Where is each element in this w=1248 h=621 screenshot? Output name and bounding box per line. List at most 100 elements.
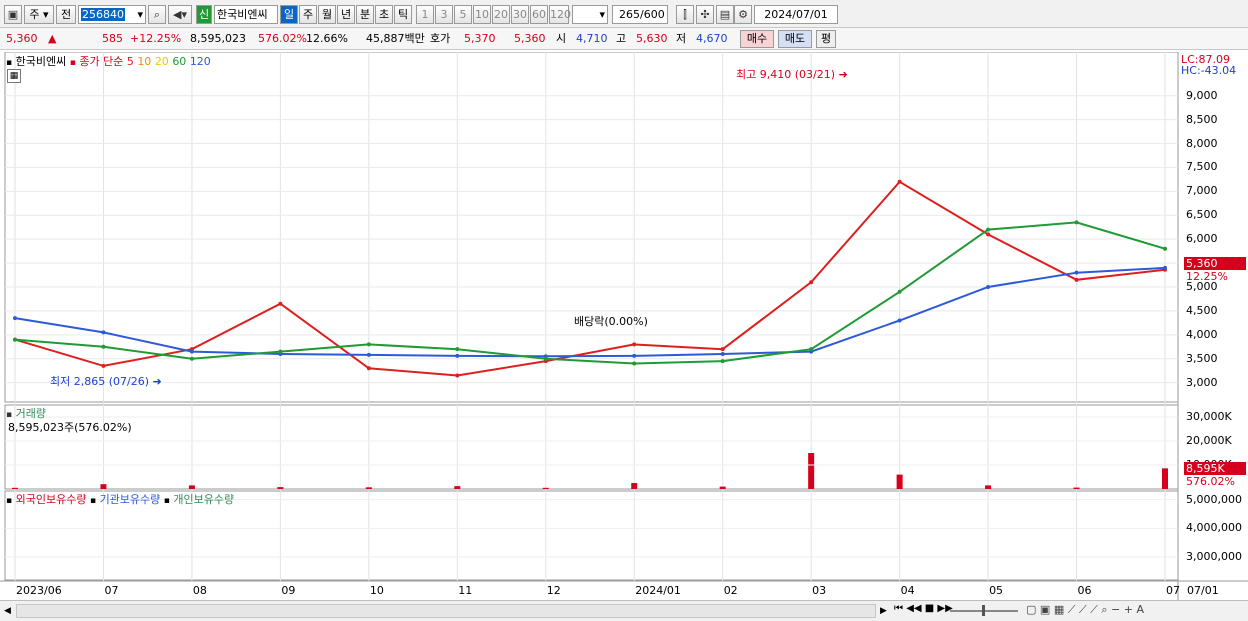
price-tick-label: 6,000: [1186, 232, 1218, 246]
channel-tool-icon[interactable]: ⟋: [1090, 603, 1098, 616]
last-volume-pct: 576.02%: [1186, 475, 1235, 488]
interval-1[interactable]: 1: [416, 5, 434, 24]
series-point-120: [1163, 265, 1167, 270]
interval-60[interactable]: 60: [530, 5, 548, 24]
interval-30[interactable]: 30: [511, 5, 529, 24]
tab-period-week[interactable]: 주: [299, 5, 317, 24]
eval-button[interactable]: 평: [816, 30, 836, 48]
scroll-track[interactable]: [16, 604, 876, 618]
count-field[interactable]: 265/600: [612, 5, 668, 24]
playback-controls: ⏮ ◀◀ ■ ▶▶: [894, 603, 953, 614]
count-value: 265: [619, 8, 640, 21]
holding-tick-label: 4,000,000: [1186, 521, 1242, 535]
series-point-120: [366, 352, 371, 357]
price-tick-label: 7,500: [1186, 160, 1218, 174]
draw-icon[interactable]: ⟋: [1068, 603, 1076, 616]
volume-bar: [454, 486, 461, 489]
mode-button[interactable]: 전: [56, 5, 76, 24]
price-legend-name: 한국비엔씨: [15, 55, 67, 68]
series-point-종가: [101, 363, 106, 368]
layout-icon[interactable]: ▢: [1026, 603, 1036, 616]
font-icon[interactable]: A: [1136, 603, 1144, 616]
grid-icon[interactable]: ▦: [1054, 603, 1064, 616]
scroll-right-icon[interactable]: ▶: [880, 604, 890, 618]
x-axis-right-label: 07/01: [1187, 584, 1219, 597]
series-line-종가: [14, 180, 1166, 377]
tab-period-tick[interactable]: 틱: [394, 5, 412, 24]
volume-bar: [12, 487, 18, 489]
x-tick-label: 11: [458, 584, 473, 597]
tab-period-day[interactable]: 일: [280, 5, 298, 24]
ask-price: 5,370: [464, 32, 496, 45]
volume-bar: [365, 487, 372, 489]
date-field[interactable]: 2024/07/01: [754, 5, 838, 24]
volume-bar: [985, 485, 992, 489]
price-tick-label: 3,000: [1186, 375, 1218, 389]
code-value: 256840: [81, 8, 125, 21]
high-label: 고: [616, 32, 627, 45]
zoom-icon[interactable]: ⌕: [1101, 603, 1107, 616]
interval-20[interactable]: 20: [492, 5, 510, 24]
play-icon[interactable]: ▶▶: [937, 603, 952, 614]
interval-120[interactable]: 120: [549, 5, 571, 24]
x-tick-label: 10: [369, 584, 384, 597]
volume-bar: [100, 484, 107, 489]
series-point-120: [455, 353, 460, 358]
current-price: 5,360: [6, 32, 38, 45]
x-tick-label: 2023/06: [16, 584, 62, 597]
interval-10[interactable]: 10: [473, 5, 491, 24]
x-tick-label: 04: [900, 584, 915, 597]
interval-3[interactable]: 3: [435, 5, 453, 24]
high-price: 5,630: [636, 32, 668, 45]
step-back-icon[interactable]: ◀◀: [906, 603, 921, 614]
x-tick-label: 07: [1166, 584, 1180, 597]
buy-button[interactable]: 매수: [740, 30, 774, 48]
save-icon[interactable]: ▤: [716, 5, 734, 24]
search-icon[interactable]: ⌕: [148, 5, 166, 24]
series-point-60: [101, 344, 106, 349]
series-point-120: [101, 330, 106, 335]
line-tool-icon[interactable]: ⟋: [1079, 603, 1087, 616]
volume-pane-value: 8,595,023주(576.02%): [8, 421, 132, 434]
high-annotation: 최고 9,410 (03/21) ➜: [736, 68, 848, 81]
pane-frame: [4, 404, 1179, 490]
split-icon[interactable]: ▣: [1040, 603, 1050, 616]
tab-period-month[interactable]: 월: [318, 5, 336, 24]
crosshair-icon[interactable]: ✣: [696, 5, 714, 24]
scroll-left-icon[interactable]: ◀: [4, 604, 14, 618]
gear-icon[interactable]: ⚙: [734, 5, 752, 24]
window-icon[interactable]: ▣: [4, 5, 22, 24]
series-point-종가: [366, 366, 371, 371]
stop-icon[interactable]: ■: [925, 603, 934, 614]
last-price-badge: 5,360: [1184, 257, 1246, 270]
interval-5[interactable]: 5: [454, 5, 472, 24]
calculator-icon[interactable]: ▦: [7, 69, 21, 83]
series-point-종가: [455, 373, 460, 378]
series-point-종가: [1074, 277, 1079, 282]
zoom-in-icon[interactable]: +: [1124, 603, 1133, 616]
individual-holding-legend: 개인보유수량: [173, 493, 235, 506]
ma-60-label: 60: [172, 55, 187, 68]
sell-button[interactable]: 매도: [778, 30, 812, 48]
zoom-slider-handle[interactable]: [982, 605, 985, 616]
code-input[interactable]: 256840 ▾: [78, 5, 146, 24]
candle-icon[interactable]: ⫿: [676, 5, 694, 24]
open-label: 시: [556, 32, 567, 45]
high-note: 최고 9,410 (03/21): [736, 68, 836, 81]
series-point-60: [13, 337, 17, 342]
series-point-60: [189, 356, 194, 361]
series-point-60: [809, 347, 814, 352]
speaker-icon[interactable]: ◀▾: [168, 5, 192, 24]
chevron-down-icon: ▾: [137, 8, 143, 21]
tab-period-minute[interactable]: 분: [356, 5, 374, 24]
market-select[interactable]: 주 ▾: [24, 5, 54, 24]
volume: 8,595,023: [190, 32, 246, 45]
rewind-icon[interactable]: ⏮: [894, 603, 903, 614]
tab-period-year[interactable]: 년: [337, 5, 355, 24]
holding-tick-label: 3,000,000: [1186, 550, 1242, 564]
chart-area[interactable]: ▪ 한국비엔씨 ▪ 종가 단순 5 10 20 60 120 ▦ LC:87.0…: [0, 51, 1248, 600]
zoom-out-icon[interactable]: −: [1111, 603, 1120, 616]
tab-period-second[interactable]: 초: [375, 5, 393, 24]
interval-custom-select[interactable]: ▾: [572, 5, 608, 24]
last-volume-badge: 8,595K: [1184, 462, 1246, 475]
